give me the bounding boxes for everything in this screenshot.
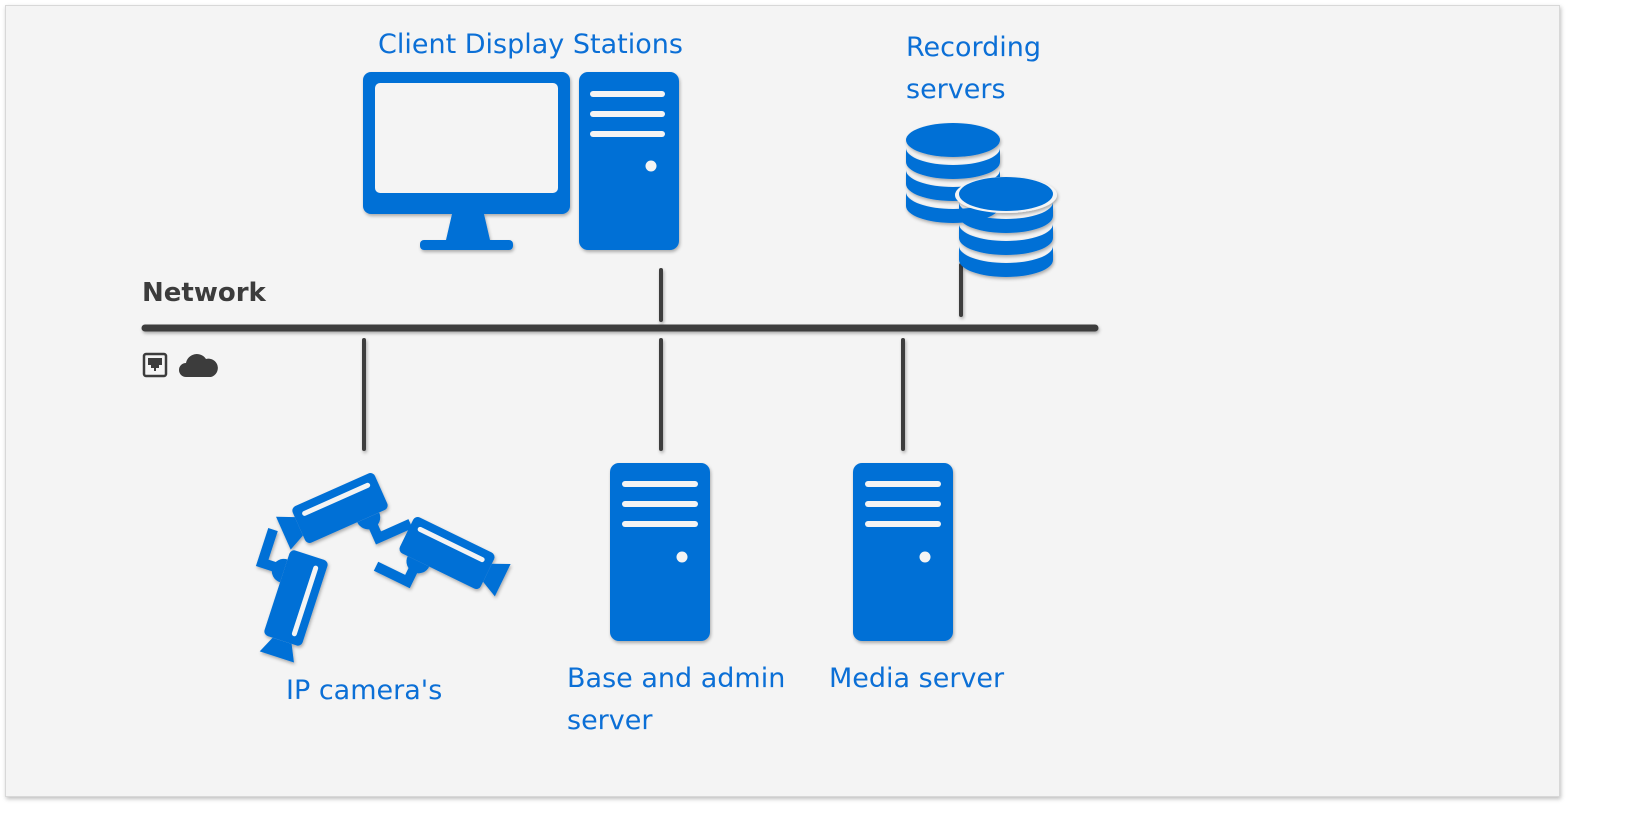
base-admin-label-line2: server bbox=[567, 705, 653, 736]
monitor-icon bbox=[363, 72, 570, 250]
recording-servers-label-line2: servers bbox=[906, 74, 1006, 105]
recording-servers-label: Recording servers bbox=[906, 27, 1041, 111]
desktop-tower-icon bbox=[579, 72, 679, 250]
network-diagram bbox=[141, 72, 1099, 664]
ip-cameras-label: IP camera's bbox=[286, 675, 443, 706]
recording-servers-label-line1: Recording bbox=[906, 32, 1042, 63]
base-admin-label: Base and admin server bbox=[567, 658, 785, 742]
server-icon bbox=[610, 463, 710, 641]
ethernet-port-icon bbox=[142, 352, 168, 378]
network-label: Network bbox=[142, 278, 266, 308]
cloud-icon bbox=[179, 354, 218, 377]
database-icon bbox=[906, 123, 1057, 277]
security-camera-icon bbox=[231, 466, 512, 664]
network-bus bbox=[141, 263, 1099, 451]
media-server-label: Media server bbox=[829, 663, 1005, 694]
base-admin-label-line1: Base and admin bbox=[567, 663, 786, 694]
client-stations-label: Client Display Stations bbox=[378, 29, 683, 60]
server-icon bbox=[853, 463, 953, 641]
